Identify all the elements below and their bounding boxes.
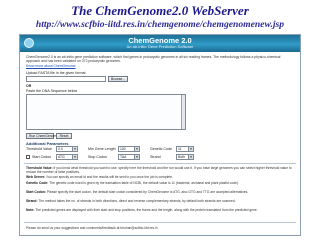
paste-label: Paste the DNA Sequence below (26, 89, 78, 93)
help-item: Note: The predicted genes are displayed … (26, 208, 294, 212)
chevron-down-icon: ▾ (72, 147, 77, 151)
help-text: You can specify an email id and the resu… (46, 175, 173, 179)
textarea-scrollbar[interactable] (181, 95, 185, 129)
start-codon-select[interactable]: ATG ▾ (56, 154, 78, 160)
help-text: The genetic code used is given by the tr… (49, 181, 239, 185)
threshold-value: 0.0 (58, 147, 63, 151)
genetic-code-select[interactable]: 11 ▾ (176, 146, 194, 152)
help-term: Note: (26, 208, 35, 212)
start-codon-value: ATG (58, 155, 65, 159)
help-term: Genetic Code: (26, 181, 49, 185)
browse-button[interactable]: Browse... (108, 76, 128, 82)
or-text: OR (26, 84, 32, 88)
intro-link[interactable]: Know more about ChemGenome (26, 64, 146, 68)
sequence-textarea[interactable] (26, 94, 186, 130)
chevron-down-icon: ▾ (188, 155, 193, 159)
param-label: Genetic Code (150, 147, 172, 151)
param-label: Threshold Value (26, 147, 52, 151)
start-codon-checkbox[interactable] (26, 155, 30, 159)
strand-value: Both (178, 155, 185, 159)
help-item: Genetic Code: The genetic code used is g… (26, 181, 294, 185)
divider (24, 222, 296, 223)
chevron-down-icon: ▾ (188, 147, 193, 151)
genetic-code-value: 11 (178, 147, 182, 151)
footer-text: Please do send us your suggestions and c… (26, 226, 158, 230)
min-length-value: 100 (120, 147, 126, 151)
help-term: Strand: (26, 199, 38, 203)
help-item: Web Server: You can specify an email id … (26, 175, 294, 179)
intro-text: ChemGenome2.0 is an ab-initio gene predi… (26, 55, 281, 64)
help-term: Web Server: (26, 175, 46, 179)
chevron-down-icon: ▾ (72, 155, 77, 159)
help-item: Strand: The method takes the no. of stra… (26, 199, 294, 203)
param-label: Strand (150, 155, 161, 159)
strand-select[interactable]: Both ▾ (176, 154, 194, 160)
help-item: Threshold Value: If you know what thresh… (26, 166, 294, 174)
webserver-screenshot: ChemGenome 2.0 An ab-initio Gene Predict… (19, 34, 301, 236)
help-text: The method takes the no. of strands in b… (38, 199, 236, 203)
reset-button[interactable]: Reset (56, 133, 72, 139)
min-length-select[interactable]: 100 ▾ (118, 146, 140, 152)
help-item: Start Codon: Please specify the start co… (26, 190, 294, 194)
upload-label: Upload FASTA file in the given format (26, 71, 86, 75)
slide-url[interactable]: http://www.scfbio-iitd.res.in/chemgenome… (0, 19, 320, 30)
help-text: The predicted genes are displayed with t… (35, 208, 258, 212)
slide-title: The ChemGenome2.0 WebServer (71, 3, 249, 18)
threshold-select[interactable]: 0.0 ▾ (56, 146, 78, 152)
run-button[interactable]: Run ChemGenome (26, 133, 58, 139)
stop-codon-select[interactable]: TAA ▾ (118, 154, 140, 160)
banner-subtitle: An ab-initio Gene Prediction Software (126, 44, 194, 49)
help-term: Start Codon: (26, 190, 46, 194)
stop-codon-value: TAA (120, 155, 127, 159)
chevron-down-icon: ▾ (134, 155, 139, 159)
param-label: Start Codon (32, 155, 52, 159)
param-label: Stop Codon (88, 155, 107, 159)
help-text: If you know what threshold you want to u… (26, 166, 292, 174)
help-text: Please specify the start codon, the defa… (46, 190, 249, 194)
chevron-down-icon: ▾ (134, 147, 139, 151)
param-label: Min Gene Length (88, 147, 116, 151)
file-path-input[interactable] (26, 76, 106, 82)
divider (24, 163, 296, 164)
server-banner: ChemGenome 2.0 An ab-initio Gene Predict… (20, 35, 300, 52)
